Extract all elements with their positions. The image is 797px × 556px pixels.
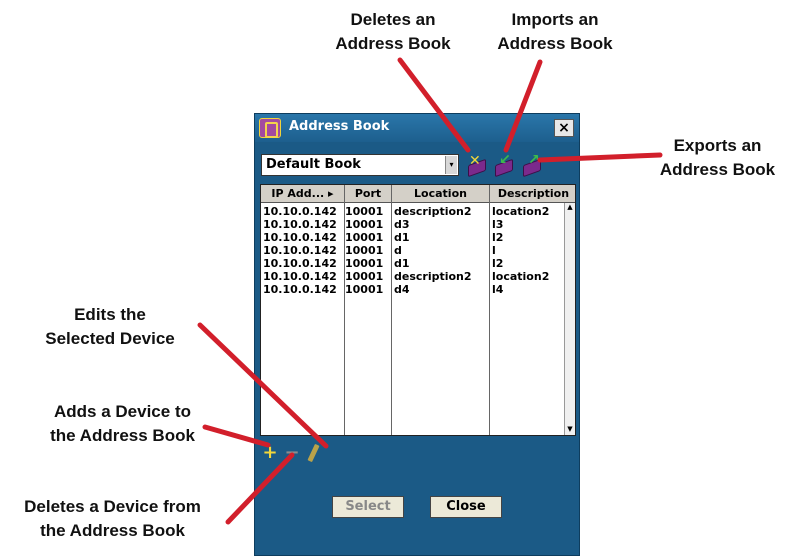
cell-port: 10001 xyxy=(345,231,384,244)
table-row[interactable]: 10.10.0.142 10001 d l xyxy=(261,244,566,257)
cell-location: d1 xyxy=(394,231,410,244)
cell-ip: 10.10.0.142 xyxy=(263,257,337,270)
export-arrow-icon: ↗ xyxy=(528,152,540,168)
close-window-button[interactable]: × xyxy=(554,119,574,137)
cell-location: description2 xyxy=(394,205,472,218)
scroll-up-icon[interactable]: ▲ xyxy=(565,203,575,213)
cell-port: 10001 xyxy=(345,205,384,218)
cell-port: 10001 xyxy=(345,244,384,257)
cell-port: 10001 xyxy=(345,218,384,231)
delete-address-book-button[interactable]: ✕ xyxy=(465,153,489,178)
callout-delete-device: Deletes a Device from the Address Book xyxy=(24,497,201,540)
title-bar: Address Book × xyxy=(255,114,579,142)
cell-description: l3 xyxy=(492,218,504,231)
cell-location: d xyxy=(394,244,402,257)
import-address-book-button[interactable]: ↙ xyxy=(492,152,516,178)
cell-ip: 10.10.0.142 xyxy=(263,270,337,283)
import-arrow-icon: ↙ xyxy=(499,152,511,168)
cell-description: location2 xyxy=(492,205,550,218)
cell-description: l4 xyxy=(492,283,504,296)
callout-edit-device: Edits the Selected Device xyxy=(45,305,175,348)
callout-delete-book: Deletes an Address Book xyxy=(335,10,451,53)
table-row[interactable]: 10.10.0.142 10001 description2 location2 xyxy=(261,205,566,218)
table-row[interactable]: 10.10.0.142 10001 d1 l2 xyxy=(261,231,566,244)
address-book-select[interactable]: Default Book ▾ xyxy=(261,154,459,176)
cell-ip: 10.10.0.142 xyxy=(263,218,337,231)
delete-device-button[interactable]: − xyxy=(283,444,301,462)
close-button[interactable]: Close xyxy=(430,496,502,518)
select-button[interactable]: Select xyxy=(332,496,404,518)
address-book-select-value: Default Book xyxy=(266,157,361,172)
cell-description: l2 xyxy=(492,257,504,270)
table-row[interactable]: 10.10.0.142 10001 d3 l3 xyxy=(261,218,566,231)
table-row[interactable]: 10.10.0.142 10001 description2 location2 xyxy=(261,270,566,283)
table-row[interactable]: 10.10.0.142 10001 d1 l2 xyxy=(261,257,566,270)
cell-ip: 10.10.0.142 xyxy=(263,231,337,244)
column-header-location[interactable]: Location xyxy=(392,185,490,203)
cell-ip: 10.10.0.142 xyxy=(263,205,337,218)
callout-export-book: Exports an Address Book xyxy=(659,136,776,179)
cell-description: location2 xyxy=(492,270,550,283)
export-address-book-button[interactable]: ↗ xyxy=(520,152,544,178)
callout-import-book: Imports an Address Book xyxy=(497,10,613,53)
column-header-ip[interactable]: IP Add... ▸ xyxy=(261,185,345,203)
cell-description: l2 xyxy=(492,231,504,244)
chevron-down-icon[interactable]: ▾ xyxy=(445,156,457,174)
callout-add-device: Adds a Device to the Address Book xyxy=(50,402,195,445)
cell-location: description2 xyxy=(394,270,472,283)
cell-ip: 10.10.0.142 xyxy=(263,244,337,257)
cell-location: d1 xyxy=(394,257,410,270)
cell-ip: 10.10.0.142 xyxy=(263,283,337,296)
scroll-down-icon[interactable]: ▼ xyxy=(565,425,575,435)
cell-port: 10001 xyxy=(345,283,384,296)
column-header-port[interactable]: Port xyxy=(345,185,392,203)
cell-port: 10001 xyxy=(345,257,384,270)
device-table: IP Add... ▸ Port Location Description 10… xyxy=(260,184,576,436)
edit-device-pencil-icon[interactable] xyxy=(307,443,320,463)
add-device-button[interactable]: + xyxy=(261,444,279,462)
delete-x-icon: ✕ xyxy=(469,153,481,169)
table-header: IP Add... ▸ Port Location Description xyxy=(261,185,575,203)
window-title: Address Book xyxy=(289,119,390,134)
cell-location: d4 xyxy=(394,283,410,296)
cell-description: l xyxy=(492,244,496,257)
table-row[interactable]: 10.10.0.142 10001 d4 l4 xyxy=(261,283,566,296)
address-book-app-icon xyxy=(259,118,281,138)
table-scrollbar[interactable]: ▲ ▼ xyxy=(564,203,575,435)
column-header-description[interactable]: Description xyxy=(490,185,575,203)
address-book-window: Address Book × Default Book ▾ ✕ ↙ ↗ IP A… xyxy=(254,113,580,556)
cell-location: d3 xyxy=(394,218,410,231)
cell-port: 10001 xyxy=(345,270,384,283)
